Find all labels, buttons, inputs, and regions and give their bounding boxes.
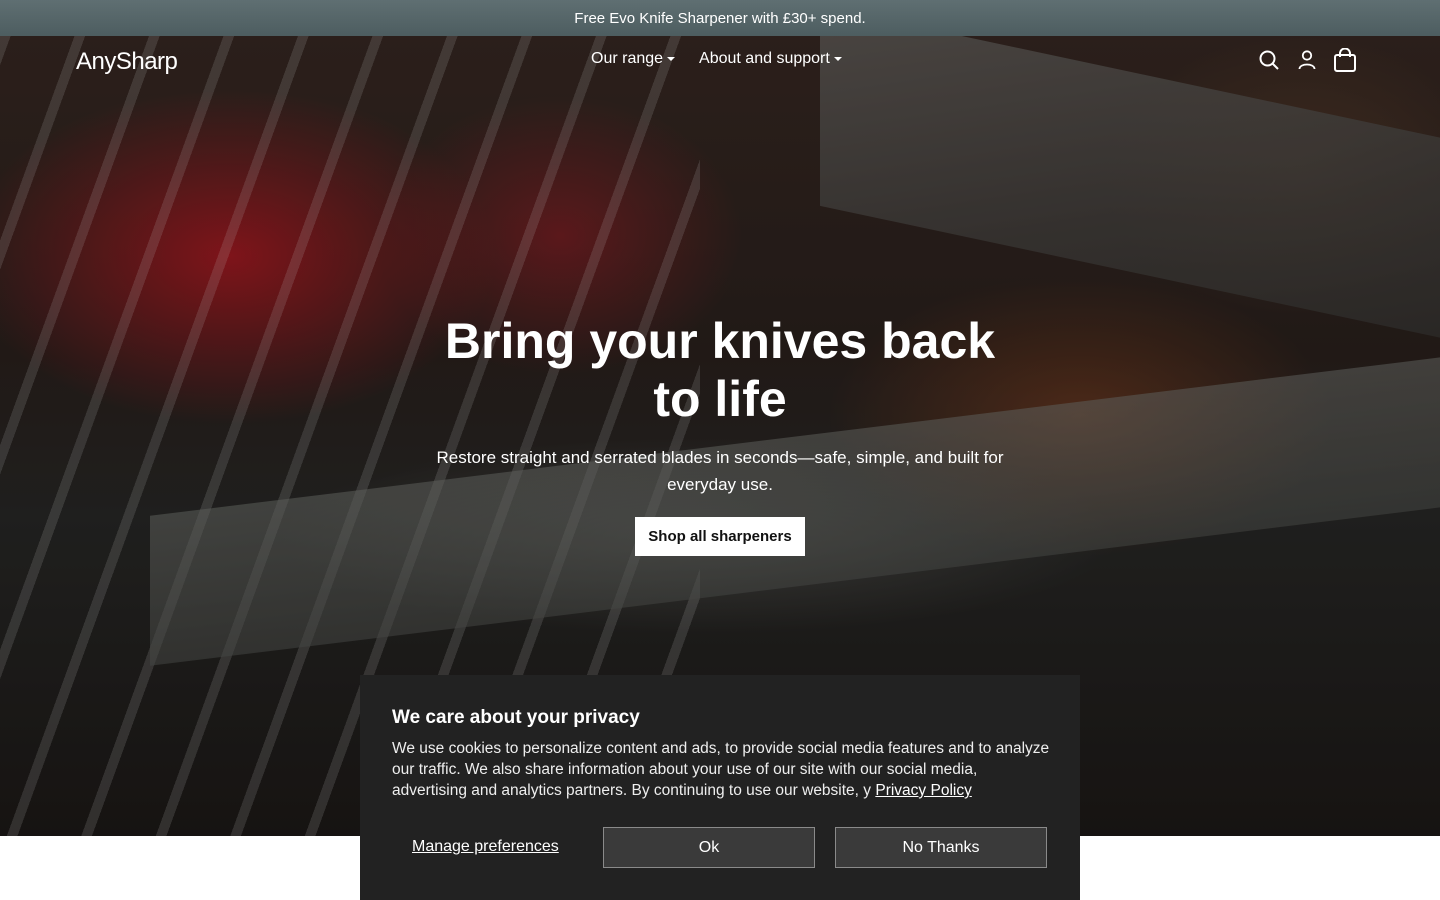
search-icon[interactable] xyxy=(1258,48,1280,72)
hero-headline: Bring your knives back to life xyxy=(444,313,996,427)
nav-our-range[interactable]: Our range xyxy=(591,50,676,68)
shop-all-sharpeners-button[interactable]: Shop all sharpeners xyxy=(635,517,805,556)
chevron-down-icon xyxy=(833,57,842,61)
nav-about-support[interactable]: About and support xyxy=(699,50,842,68)
cookie-body: We use cookies to personalize content an… xyxy=(392,738,1052,801)
site-header: AnySharp Our range About and support xyxy=(0,36,1440,88)
cart-icon[interactable] xyxy=(1334,48,1356,72)
main-nav: Our range About and support xyxy=(591,50,842,68)
announcement-text: Free Evo Knife Sharpener with £30+ spend… xyxy=(574,9,866,27)
nav-label: About and support xyxy=(699,50,830,67)
nav-label: Our range xyxy=(591,50,664,67)
ok-button[interactable]: Ok xyxy=(603,827,815,868)
header-icons xyxy=(1258,48,1356,72)
announcement-bar: Free Evo Knife Sharpener with £30+ spend… xyxy=(0,0,1440,36)
hero-subcopy: Restore straight and serrated blades in … xyxy=(436,448,1004,494)
hero-content: Bring your knives back to life Restore s… xyxy=(420,312,1020,498)
cookie-banner: We care about your privacy We use cookie… xyxy=(360,675,1080,900)
no-thanks-button[interactable]: No Thanks xyxy=(835,827,1047,868)
logo[interactable]: AnySharp xyxy=(76,48,178,76)
cookie-title: We care about your privacy xyxy=(392,707,640,728)
manage-preferences-link[interactable]: Manage preferences xyxy=(412,838,559,856)
privacy-policy-link[interactable]: Privacy Policy xyxy=(875,782,971,799)
account-icon[interactable] xyxy=(1296,48,1318,72)
chevron-down-icon xyxy=(667,57,676,61)
